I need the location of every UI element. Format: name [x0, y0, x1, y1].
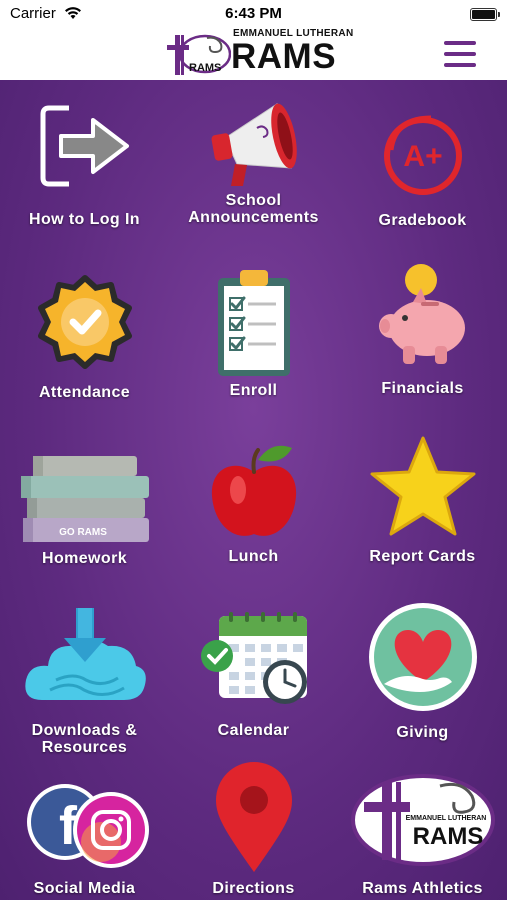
tile-lunch[interactable]: Lunch: [169, 432, 338, 582]
star-icon: [370, 436, 475, 536]
tile-gradebook[interactable]: A+ Gradebook: [338, 80, 507, 245]
tile-calendar[interactable]: Calendar: [169, 598, 338, 758]
books-stack-icon: GO RAMS: [20, 456, 149, 542]
apple-icon: [211, 445, 296, 536]
a-plus-grade-icon: A+: [383, 115, 462, 195]
athletics-logo-line: EMMANUEL LUTHERAN: [405, 815, 486, 822]
tile-label-line2: Announcements: [188, 209, 319, 226]
status-bar: Carrier 6:43 PM: [0, 0, 507, 28]
rams-logo-icon: EMMANUEL LUTHERAN RAMS: [350, 774, 495, 866]
tile-enroll[interactable]: Enroll: [169, 260, 338, 410]
athletics-logo-main: RAMS: [412, 823, 483, 850]
tile-downloads-resources[interactable]: Downloads & Resources: [0, 598, 169, 758]
tile-label: Directions: [212, 880, 295, 897]
tile-label: Enroll: [229, 382, 278, 399]
facebook-instagram-icon: f: [26, 784, 149, 868]
tile-label: Lunch: [228, 548, 279, 565]
cloud-download-icon: [24, 608, 146, 700]
heart-hand-icon: [368, 603, 477, 711]
tile-how-to-log-in[interactable]: How to Log In: [0, 80, 169, 245]
tile-label: Rams Athletics: [362, 880, 483, 897]
tile-school-announcements[interactable]: School Announcements: [169, 80, 338, 245]
tile-label: Attendance: [38, 384, 131, 401]
status-time: 6:43 PM: [225, 5, 282, 22]
app-header: RAMS EMMANUEL LUTHERAN RAMS: [0, 28, 507, 80]
tile-label: Downloads &: [31, 722, 138, 739]
battery-icon: [470, 8, 500, 21]
tile-label: Financials: [381, 380, 464, 397]
megaphone-icon: [211, 103, 297, 186]
checkmark-badge-icon: [37, 275, 132, 369]
cross-ram-emblem-icon: RAMS: [167, 34, 231, 75]
calendar-clock-icon: [200, 612, 307, 704]
tile-homework[interactable]: GO RAMS Homework: [0, 432, 169, 582]
login-arrow-icon: [40, 105, 129, 187]
tile-attendance[interactable]: Attendance: [0, 260, 169, 410]
school-logo: RAMS EMMANUEL LUTHERAN RAMS: [167, 28, 353, 78]
tile-social-media[interactable]: f Social Media: [0, 772, 169, 900]
tile-label: Giving: [396, 724, 449, 741]
tile-label: Report Cards: [369, 548, 476, 565]
hamburger-menu-icon[interactable]: [444, 41, 478, 67]
tile-label: How to Log In: [29, 211, 140, 228]
tile-giving[interactable]: Giving: [338, 598, 507, 758]
home-grid: How to Log In School Announcements A+ Gr…: [0, 80, 507, 900]
logo-badge-text: RAMS: [189, 62, 221, 74]
tile-label: Social Media: [33, 880, 136, 897]
tile-label: Gradebook: [378, 212, 467, 229]
tile-financials[interactable]: Financials: [338, 260, 507, 410]
tile-directions[interactable]: Directions: [169, 762, 338, 900]
map-pin-icon: [215, 762, 292, 872]
tile-rams-athletics[interactable]: EMMANUEL LUTHERAN RAMS Rams Athletics: [338, 772, 507, 900]
logo-rams-text: RAMS: [231, 37, 337, 76]
tile-label: School: [225, 192, 282, 209]
grade-text: A+: [403, 140, 442, 173]
tile-label-line2: Resources: [41, 739, 128, 756]
tile-label: Calendar: [217, 722, 290, 739]
tile-label: Homework: [42, 550, 127, 567]
piggy-bank-icon: [378, 264, 465, 364]
tile-report-cards[interactable]: Report Cards: [338, 432, 507, 582]
book-text: GO RAMS: [59, 527, 107, 538]
clipboard-checklist-icon: [217, 270, 290, 376]
